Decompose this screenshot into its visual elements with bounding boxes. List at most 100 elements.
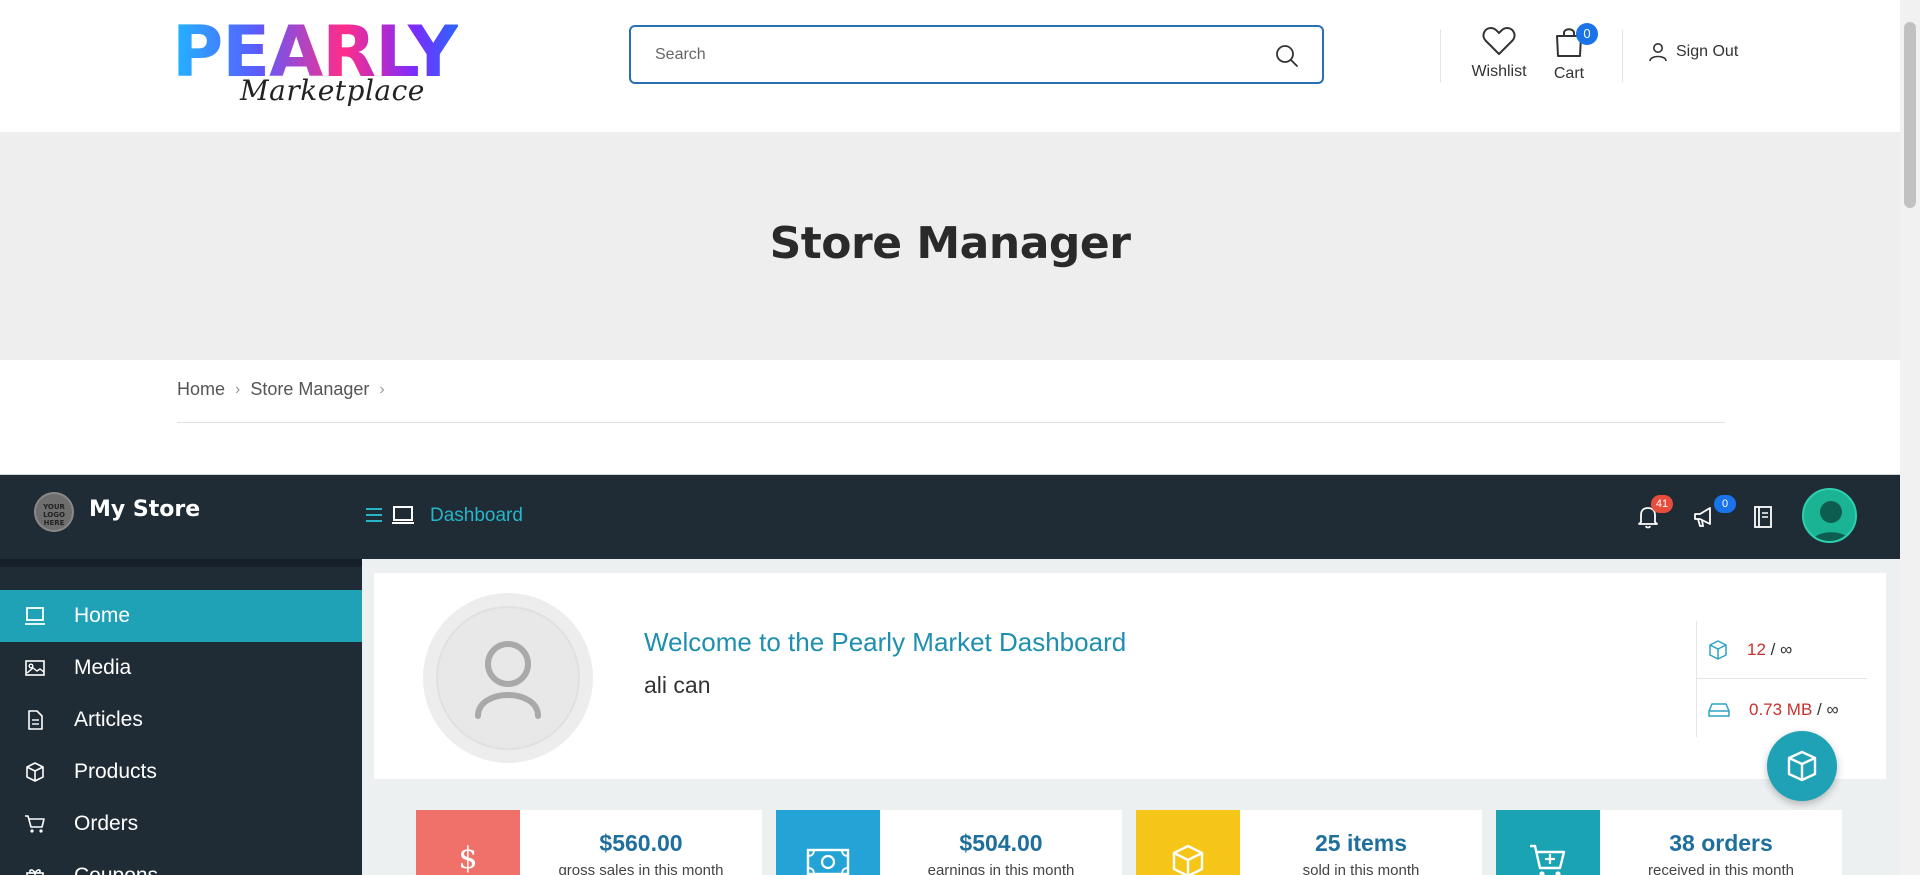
product-limit: 12 / ∞	[1697, 621, 1867, 679]
cart-count-badge: 0	[1576, 23, 1598, 45]
add-product-fab[interactable]	[1767, 731, 1837, 801]
cart-icon	[25, 815, 45, 833]
store-manager-app: YOUR LOGO HERE My Store Dashboard 41 0 H…	[0, 474, 1900, 875]
banknote-icon	[806, 848, 850, 875]
header-divider	[1622, 30, 1623, 82]
stat-amount: $504.00	[959, 830, 1043, 856]
stat-orders[interactable]: 38 orders received in this month	[1496, 810, 1842, 875]
notifications-badge: 41	[1651, 495, 1673, 513]
store-logo[interactable]: YOUR LOGO HERE	[34, 492, 74, 532]
space-used: 0.73 MB	[1749, 700, 1813, 719]
sidebar-item-label: Orders	[74, 812, 139, 835]
search-icon[interactable]	[1274, 43, 1300, 69]
page-banner: Store Manager	[0, 132, 1900, 360]
breadcrumb: Home › Store Manager ›	[177, 379, 385, 400]
sign-out-link[interactable]: Sign Out	[1648, 42, 1738, 62]
page-title: Store Manager	[769, 218, 1131, 269]
sidebar-item-orders[interactable]: Orders	[0, 798, 362, 850]
welcome-username: ali can	[644, 672, 711, 698]
sidebar-item-label: Products	[74, 760, 157, 783]
dashboard-label[interactable]: Dashboard	[430, 505, 523, 527]
sidebar-item-articles[interactable]: Articles	[0, 694, 362, 746]
breadcrumb-store-manager[interactable]: Store Manager	[250, 379, 369, 400]
sign-out-label: Sign Out	[1676, 43, 1739, 60]
dashboard-topbar: YOUR LOGO HERE My Store Dashboard 41 0	[0, 475, 1900, 559]
stat-icon-box	[1496, 810, 1600, 875]
page-scrollbar[interactable]	[1900, 0, 1920, 875]
svg-text:$: $	[458, 841, 477, 875]
user-icon	[1649, 43, 1667, 62]
stat-description: gross sales in this month	[558, 862, 724, 875]
cart-label: Cart	[1553, 65, 1585, 82]
notifications-button[interactable]: 41	[1637, 495, 1673, 531]
box-icon	[26, 762, 44, 782]
stat-icon-box	[1136, 810, 1240, 875]
stat-earnings[interactable]: $504.00 earnings in this month	[776, 810, 1122, 875]
sidebar-item-label: Home	[74, 604, 131, 627]
search-input[interactable]	[655, 41, 1255, 69]
welcome-card: Welcome to the Pearly Market Dashboard a…	[374, 573, 1886, 779]
hard-drive-icon	[1708, 703, 1730, 717]
announcements-badge: 0	[1714, 495, 1736, 513]
book-icon	[1754, 506, 1772, 528]
sidebar-item-coupons[interactable]: Coupons	[0, 850, 362, 875]
document-icon	[28, 710, 43, 730]
profile-picture-inner	[436, 606, 580, 750]
knowledgebase-button[interactable]	[1752, 505, 1778, 531]
hamburger-icon[interactable]	[365, 507, 383, 523]
monitor-icon	[392, 506, 414, 524]
cart-link[interactable]: 0 Cart	[1552, 23, 1598, 83]
sidebar-item-label: Coupons	[74, 864, 158, 875]
sidebar-item-media[interactable]: Media	[0, 642, 362, 694]
products-limit: / ∞	[1770, 639, 1793, 659]
menu-toggle[interactable]	[365, 505, 415, 525]
user-avatar[interactable]	[1802, 488, 1857, 543]
dashboard-main: Welcome to the Pearly Market Dashboard a…	[362, 559, 1900, 875]
sidebar-item-label: Articles	[74, 708, 143, 731]
box-icon	[1172, 844, 1204, 875]
stat-description: received in this month	[1648, 862, 1794, 875]
breadcrumb-divider	[177, 422, 1725, 423]
stat-amount: $560.00	[599, 830, 683, 856]
logo-subtext: Marketplace	[240, 74, 425, 107]
breadcrumb-home[interactable]: Home	[177, 379, 225, 400]
stat-items-sold[interactable]: 25 items sold in this month	[1136, 810, 1482, 875]
wishlist-label: Wishlist	[1471, 63, 1527, 80]
cart-add-icon	[1530, 844, 1566, 875]
search-box	[629, 25, 1324, 84]
store-name[interactable]: My Store	[89, 497, 200, 522]
sidebar-item-home[interactable]: Home	[0, 590, 362, 642]
wishlist-link[interactable]: Wishlist	[1471, 26, 1527, 81]
megaphone-icon	[1694, 507, 1711, 527]
stat-amount: 38 orders	[1669, 830, 1773, 856]
sidebar-item-label: Media	[74, 656, 132, 679]
sidebar-item-products[interactable]: Products	[0, 746, 362, 798]
stat-icon-box: $	[416, 810, 520, 875]
scrollbar-thumb[interactable]	[1904, 22, 1916, 208]
stat-description: earnings in this month	[927, 862, 1075, 875]
box-icon	[1709, 639, 1727, 660]
products-used: 12	[1747, 639, 1766, 659]
image-icon	[25, 660, 45, 676]
stat-amount: 25 items	[1314, 830, 1408, 856]
breadcrumb-separator: ›	[379, 380, 385, 398]
box-icon	[1787, 750, 1817, 782]
stat-description: sold in this month	[1302, 862, 1420, 875]
space-limit-value: / ∞	[1817, 700, 1839, 719]
breadcrumb-separator: ›	[235, 380, 241, 398]
heart-icon	[1482, 27, 1516, 55]
site-header: PEARLY Marketplace Wishlist 0 Cart Sign …	[0, 0, 1900, 132]
person-silhouette-icon	[1811, 501, 1852, 541]
welcome-title: Welcome to the Pearly Market Dashboard	[644, 627, 1127, 657]
stat-icon-box	[776, 810, 880, 875]
monitor-icon	[25, 607, 45, 625]
site-logo[interactable]: PEARLY Marketplace	[172, 12, 466, 108]
usage-limits: 12 / ∞ 0.73 MB / ∞	[1696, 621, 1867, 737]
sidebar: Home Media Articles Products Orders	[0, 559, 362, 875]
header-divider	[1440, 30, 1441, 82]
announcements-button[interactable]: 0	[1692, 495, 1736, 531]
default-user-icon	[475, 641, 541, 719]
profile-picture[interactable]	[423, 593, 593, 763]
stat-gross-sales[interactable]: $ $560.00 gross sales in this month	[416, 810, 762, 875]
dollar-icon: $	[458, 841, 477, 875]
